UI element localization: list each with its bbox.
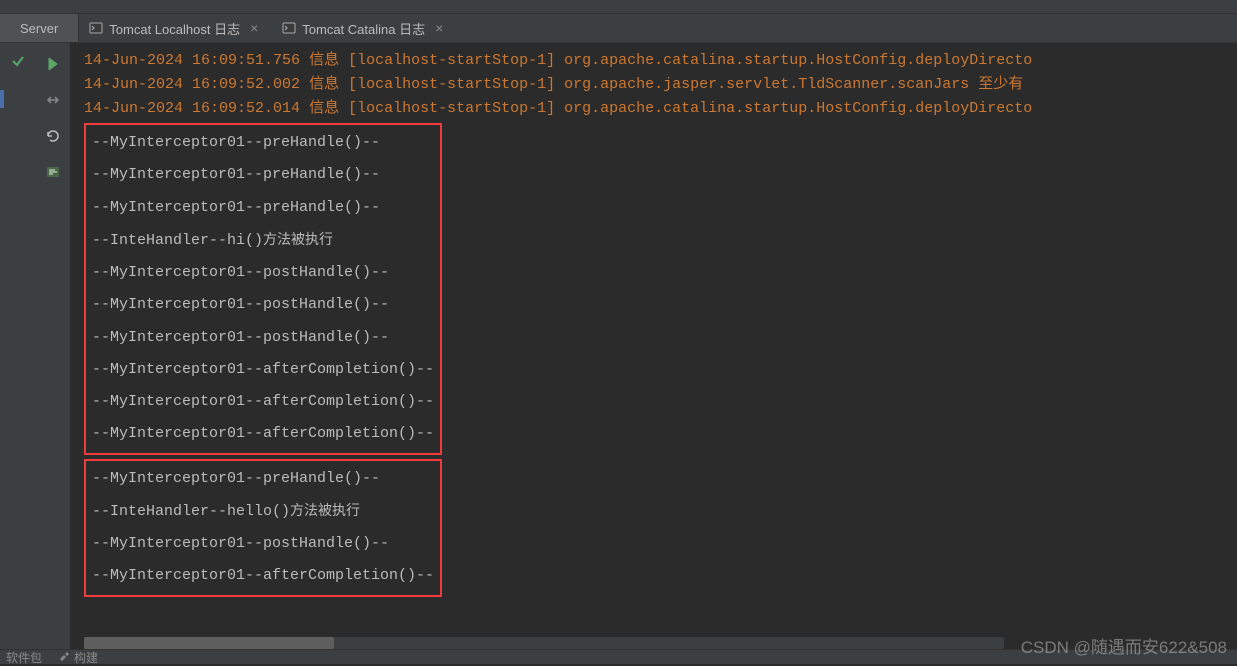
terminal-icon xyxy=(89,21,103,35)
output-line: --MyInterceptor01--preHandle()-- xyxy=(92,159,434,191)
tab-localhost-label: Tomcat Localhost 日志 xyxy=(109,19,240,38)
output-line: --MyInterceptor01--preHandle()-- xyxy=(92,192,434,224)
output-line: --MyInterceptor01--postHandle()-- xyxy=(92,257,434,289)
hammer-icon xyxy=(58,651,70,663)
tab-localhost[interactable]: Tomcat Localhost 日志 × xyxy=(79,14,272,42)
console-output: 14-Jun-2024 16:09:51.756 信息 [localhost-s… xyxy=(70,43,1237,649)
output-line: --MyInterceptor01--afterCompletion()-- xyxy=(92,418,434,450)
left-accent-marker xyxy=(0,90,4,108)
close-icon[interactable]: × xyxy=(246,20,262,36)
output-line: --MyInterceptor01--afterCompletion()-- xyxy=(92,560,434,592)
output-line: --MyInterceptor01--postHandle()-- xyxy=(92,528,434,560)
log-line: 14-Jun-2024 16:09:51.756 信息 [localhost-s… xyxy=(84,49,1223,73)
output-line: --MyInterceptor01--postHandle()-- xyxy=(92,322,434,354)
output-line: --MyInterceptor01--afterCompletion()-- xyxy=(92,386,434,418)
toolbar-vertical xyxy=(35,43,70,649)
rerun-icon[interactable] xyxy=(42,53,64,75)
output-line: --InteHandler--hello()方法被执行 xyxy=(92,495,434,528)
soft-wrap-icon[interactable] xyxy=(42,161,64,183)
refresh-icon[interactable] xyxy=(42,125,64,147)
highlight-box-1: --MyInterceptor01--preHandle()----MyInte… xyxy=(84,123,442,455)
close-icon[interactable]: × xyxy=(431,20,447,36)
scrollbar-thumb[interactable] xyxy=(84,637,334,649)
tab-catalina-label: Tomcat Catalina 日志 xyxy=(302,19,425,38)
output-line: --MyInterceptor01--postHandle()-- xyxy=(92,289,434,321)
gutter-left xyxy=(0,43,35,649)
tab-catalina[interactable]: Tomcat Catalina 日志 × xyxy=(272,14,457,42)
tabs-row: Server Tomcat Localhost 日志 × Tomcat Cata… xyxy=(0,14,1237,43)
log-line: 14-Jun-2024 16:09:52.014 信息 [localhost-s… xyxy=(84,97,1223,121)
output-line: --MyInterceptor01--preHandle()-- xyxy=(92,127,434,159)
output-line: --MyInterceptor01--preHandle()-- xyxy=(92,463,434,495)
log-line: 14-Jun-2024 16:09:52.002 信息 [localhost-s… xyxy=(84,73,1223,97)
build-button[interactable]: 构建 xyxy=(58,649,98,666)
horizontal-scrollbar[interactable] xyxy=(84,637,1004,649)
output-line: --MyInterceptor01--afterCompletion()-- xyxy=(92,354,434,386)
terminal-icon xyxy=(282,21,296,35)
check-icon xyxy=(10,53,26,69)
packages-button[interactable]: 软件包 xyxy=(6,649,42,666)
status-bar: 软件包 构建 xyxy=(0,649,1237,664)
output-line: --InteHandler--hi()方法被执行 xyxy=(92,224,434,257)
tab-server-label: Server xyxy=(20,21,58,36)
highlight-box-2: --MyInterceptor01--preHandle()----InteHa… xyxy=(84,459,442,597)
tab-server[interactable]: Server xyxy=(0,14,79,42)
connect-icon[interactable] xyxy=(42,89,64,111)
